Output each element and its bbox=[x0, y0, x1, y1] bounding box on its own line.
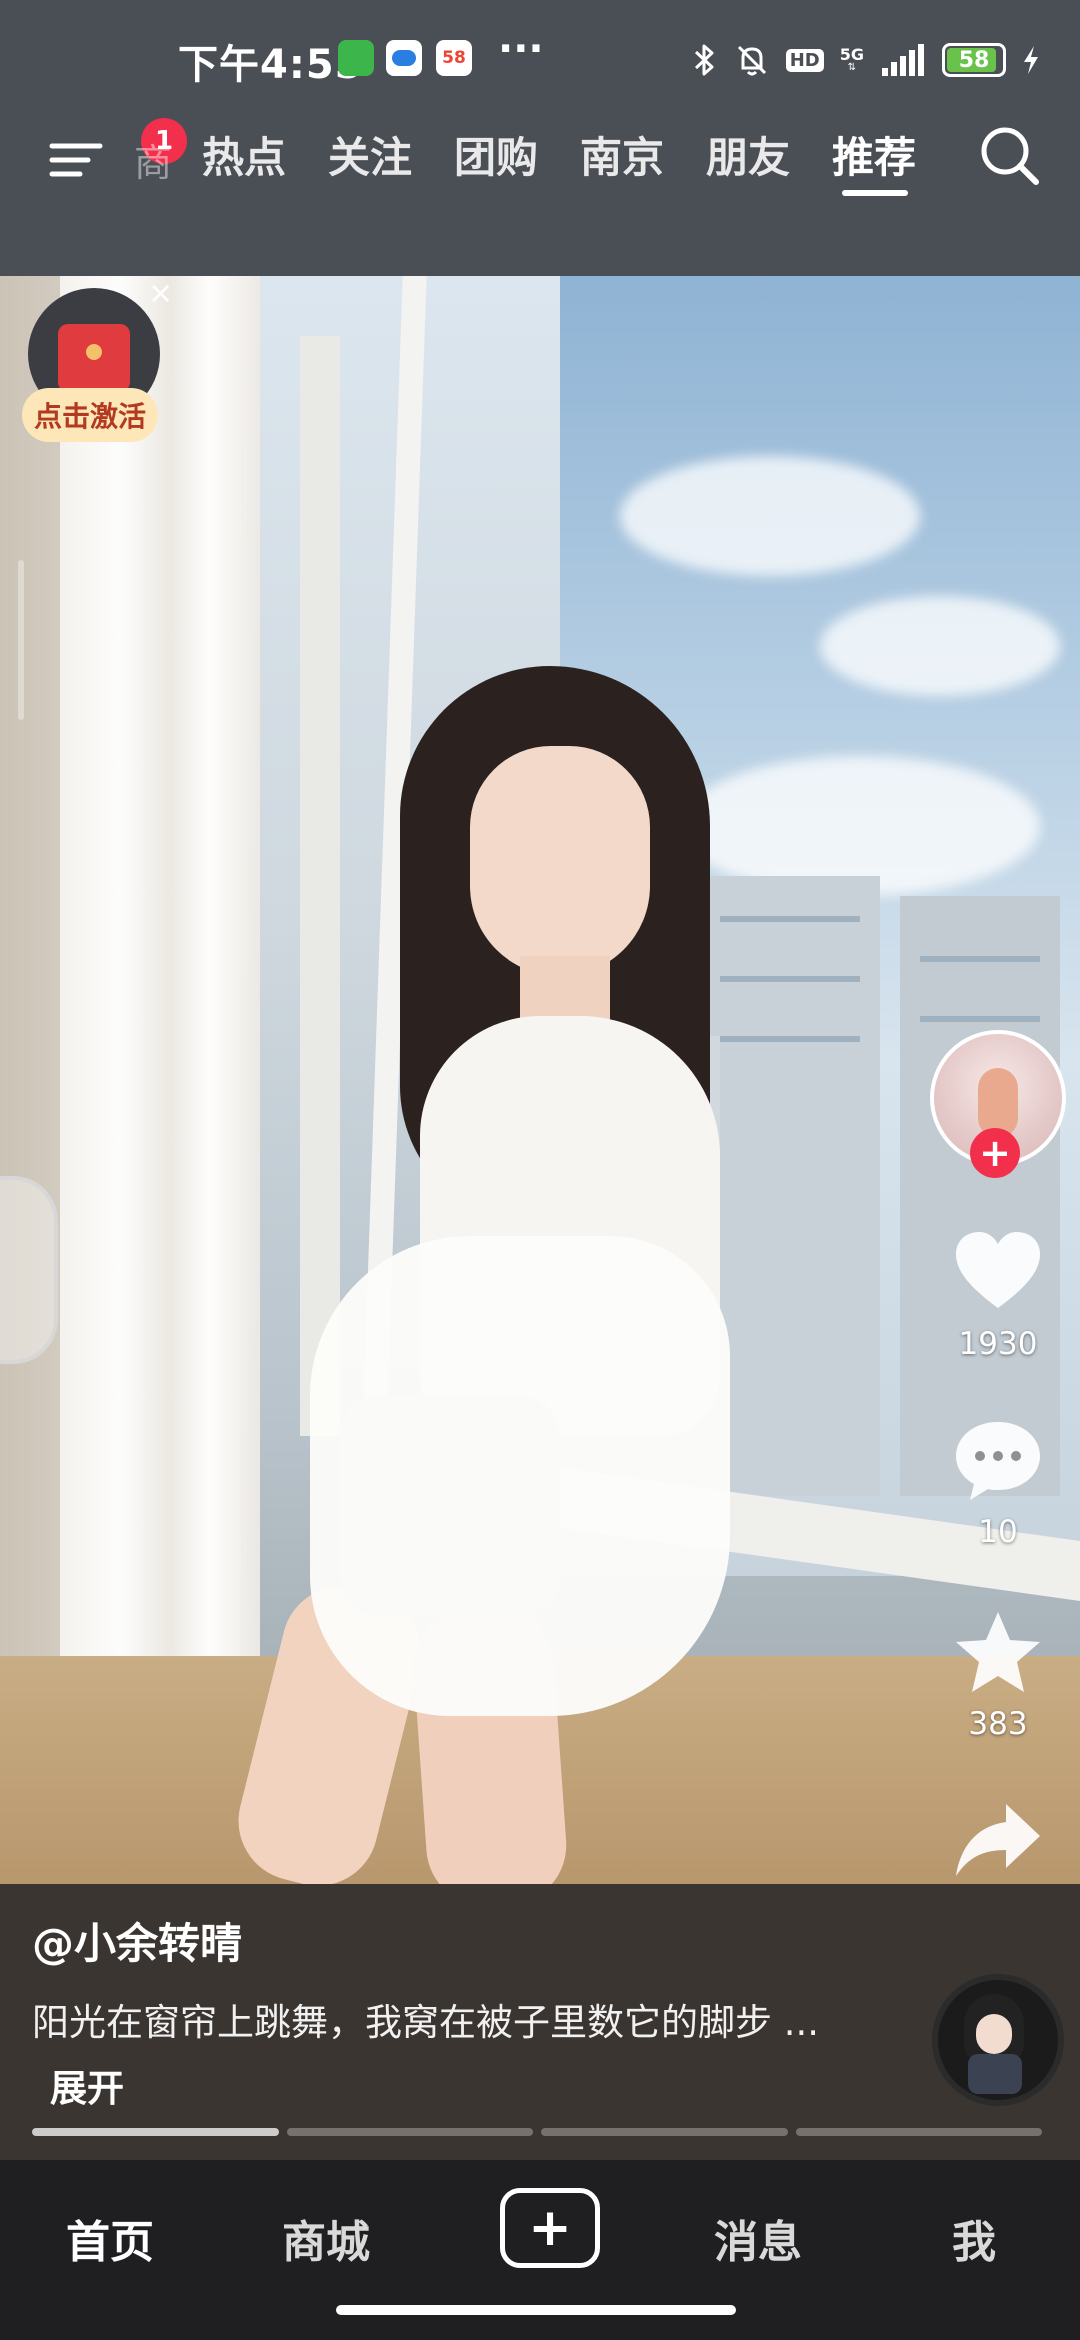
post-caption: @小余转晴 阳光在窗帘上跳舞，我窝在被子里数它的脚步 ... 展开 bbox=[0, 1884, 1080, 2160]
heart-icon[interactable] bbox=[950, 1226, 1046, 1316]
wechat-notify-icon bbox=[338, 40, 374, 76]
nav-mall[interactable]: 商城 bbox=[282, 2206, 370, 2270]
video-content[interactable] bbox=[0, 276, 1080, 1884]
star-icon[interactable] bbox=[950, 1608, 1046, 1698]
comment-count: 10 bbox=[978, 1514, 1018, 1550]
more-notifications-icon: ··· bbox=[498, 26, 544, 72]
author-name[interactable]: @小余转晴 bbox=[32, 1910, 242, 1971]
follow-button[interactable]: + bbox=[970, 1128, 1020, 1178]
top-nav: 1 商 热点 关注 团购 南京 朋友 推荐 bbox=[0, 110, 1080, 210]
charging-icon bbox=[1024, 46, 1038, 74]
progress-segment bbox=[286, 2128, 533, 2136]
red-packet-activate-button[interactable]: 点击激活 bbox=[22, 388, 159, 442]
top-bar: 下午4:55 58 ··· HD 5G ⇅ 58 1 商 热点 关注 团购 南京… bbox=[0, 0, 1080, 276]
cloud-app-icon bbox=[386, 40, 422, 76]
search-icon bbox=[981, 127, 1039, 185]
progress-segment bbox=[541, 2128, 788, 2136]
tab-hot[interactable]: 热点 bbox=[202, 124, 286, 185]
home-indicator[interactable] bbox=[336, 2305, 736, 2315]
battery-icon: 58 bbox=[942, 43, 1006, 77]
network-type: 5G bbox=[839, 45, 864, 64]
status-right: HD 5G ⇅ 58 bbox=[692, 40, 1040, 80]
add-icon[interactable]: + bbox=[500, 2188, 600, 2268]
share-icon[interactable] bbox=[950, 1796, 1046, 1886]
app-58-icon: 58 bbox=[436, 40, 472, 76]
active-tab-indicator bbox=[842, 190, 908, 196]
tab-friends[interactable]: 朋友 bbox=[706, 124, 790, 185]
post-description: 阳光在窗帘上跳舞，我窝在被子里数它的脚步 ... 展开 bbox=[32, 1990, 872, 2122]
signal-icon bbox=[882, 44, 924, 76]
status-time: 下午4:55 bbox=[178, 42, 364, 88]
description-text: 阳光在窗帘上跳舞，我窝在被子里数它的脚步 ... bbox=[32, 2001, 820, 2044]
red-packet-icon bbox=[58, 324, 130, 392]
red-packet-close-button[interactable]: × bbox=[148, 276, 173, 311]
hd-indicator: HD bbox=[785, 48, 824, 72]
status-bar: 下午4:55 58 ··· HD 5G ⇅ 58 bbox=[0, 0, 1080, 118]
battery-level: 58 bbox=[958, 47, 990, 73]
mute-icon bbox=[737, 45, 766, 76]
progress-segment bbox=[32, 2128, 279, 2136]
menu-button[interactable]: 1 bbox=[46, 118, 187, 190]
tab-group-buy[interactable]: 团购 bbox=[454, 124, 538, 185]
progress-segment bbox=[795, 2128, 1042, 2136]
scroll-hint bbox=[18, 560, 24, 720]
progress-bar[interactable] bbox=[32, 2128, 1042, 2136]
search-button[interactable] bbox=[974, 120, 1046, 192]
bluetooth-icon bbox=[694, 44, 714, 76]
tab-nanjing[interactable]: 南京 bbox=[580, 124, 664, 185]
tab-partial[interactable]: 商 bbox=[134, 132, 172, 187]
comment-icon[interactable] bbox=[950, 1416, 1046, 1506]
nav-home[interactable]: 首页 bbox=[66, 2206, 154, 2270]
favorite-count: 383 bbox=[968, 1706, 1028, 1742]
like-count: 1930 bbox=[958, 1326, 1038, 1362]
music-disc[interactable] bbox=[932, 1974, 1064, 2106]
nav-messages[interactable]: 消息 bbox=[714, 2206, 802, 2270]
fan bbox=[0, 1176, 58, 1364]
tab-following[interactable]: 关注 bbox=[328, 124, 412, 185]
nav-me[interactable]: 我 bbox=[952, 2206, 996, 2270]
tab-recommend[interactable]: 推荐 bbox=[832, 124, 916, 185]
app-58-label: 58 bbox=[442, 48, 466, 68]
expand-button[interactable]: 展开 bbox=[50, 2067, 124, 2110]
menu-icon bbox=[49, 143, 103, 177]
curtain bbox=[60, 276, 260, 1676]
